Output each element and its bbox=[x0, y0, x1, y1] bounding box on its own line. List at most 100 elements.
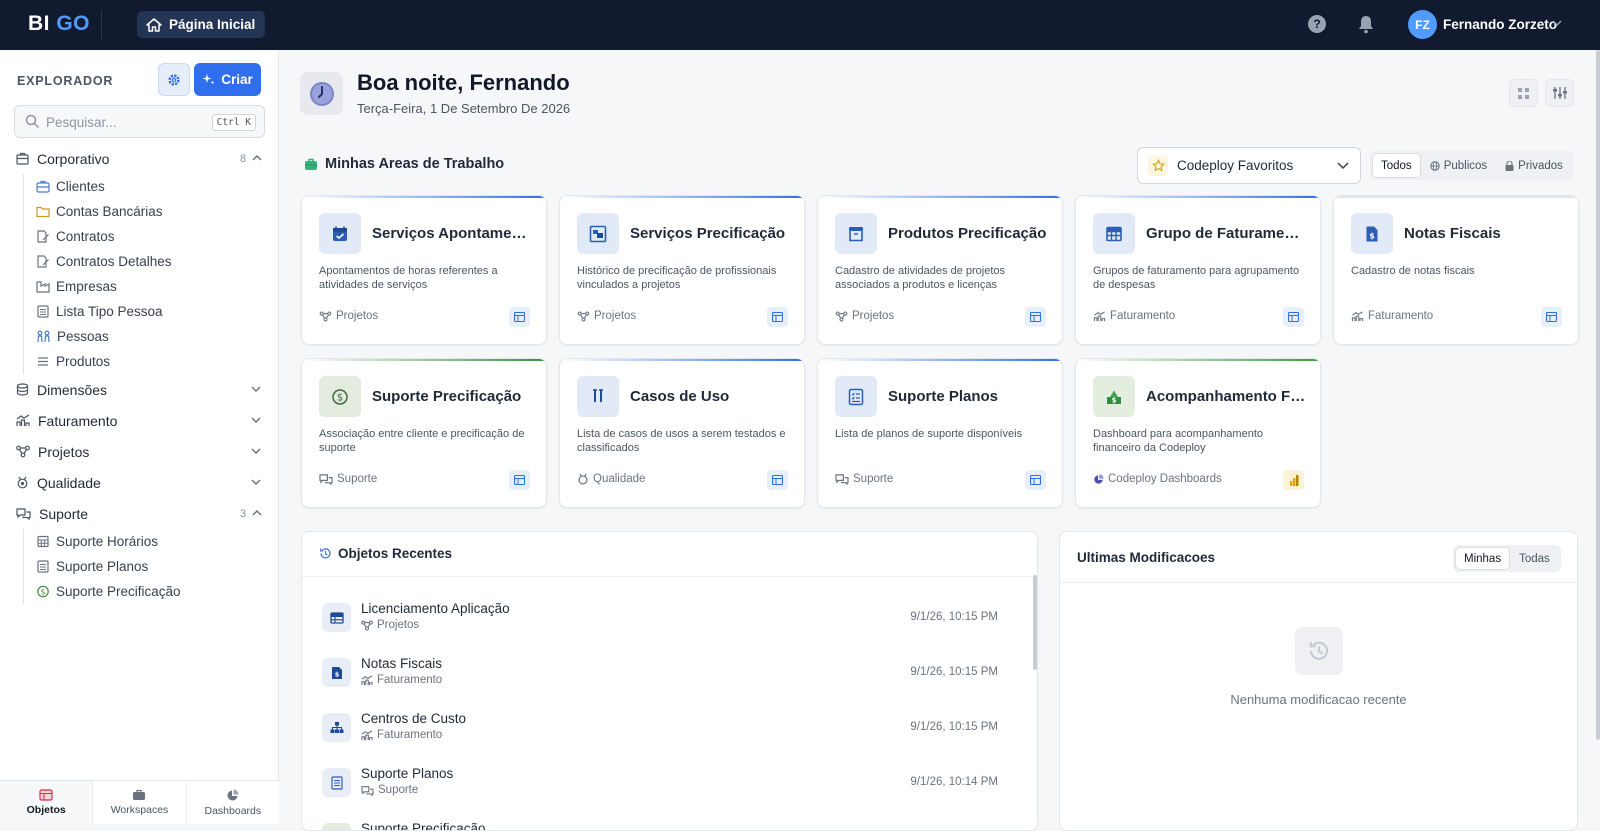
table-icon[interactable] bbox=[767, 307, 788, 327]
table-icon[interactable] bbox=[767, 470, 788, 490]
workspace-card[interactable]: Serviços Apontamen... Apontamentos de ho… bbox=[301, 195, 547, 345]
home-button-label: Página Inicial bbox=[169, 17, 256, 32]
workspace-card[interactable]: Casos de Uso Lista de casos de usos a se… bbox=[559, 358, 805, 508]
nav-workspaces[interactable]: Workspaces bbox=[93, 781, 187, 824]
customize-button[interactable] bbox=[1545, 79, 1574, 107]
user-name[interactable]: Fernando Zorzeto bbox=[1443, 17, 1557, 32]
tree-item-suporte-horarios[interactable]: Suporte Horários bbox=[24, 529, 279, 554]
brand-logo[interactable]: BI GO bbox=[28, 12, 90, 36]
page-scrollbar[interactable] bbox=[1596, 50, 1600, 740]
recent-item-name: Licenciamento Aplicação bbox=[361, 601, 510, 616]
workspace-card[interactable]: Suporte Planos Lista de planos de suport… bbox=[817, 358, 1063, 508]
list-item[interactable]: $ Notas Fiscais Faturamento 9/1/26, 10:1… bbox=[302, 644, 1018, 699]
tree-group-faturamento[interactable]: Faturamento bbox=[0, 405, 279, 436]
explorer-tree: Corporativo 8 Clientes Contas Bancárias … bbox=[0, 143, 279, 604]
tree-item-contas-bancarias[interactable]: Contas Bancárias bbox=[24, 199, 279, 224]
chevron-down-icon[interactable] bbox=[251, 417, 261, 424]
filter-todos[interactable]: Todos bbox=[1373, 154, 1420, 177]
filter-minhas[interactable]: Minhas bbox=[1456, 548, 1510, 569]
card-tag: Suporte bbox=[835, 473, 893, 485]
tree-item-suporte-precificacao[interactable]: $ Suporte Precificação bbox=[24, 579, 279, 604]
table-icon[interactable] bbox=[509, 470, 530, 490]
tree-item-label: Contratos Detalhes bbox=[56, 254, 172, 269]
tree-item-contratos-detalhes[interactable]: Contratos Detalhes bbox=[24, 249, 279, 274]
table-icon[interactable] bbox=[1025, 307, 1046, 327]
chevron-down-icon[interactable] bbox=[1552, 20, 1562, 27]
tree-group-suporte[interactable]: Suporte 3 bbox=[0, 498, 279, 529]
workspace-card[interactable]: Grupo de Faturamento Grupos de faturamen… bbox=[1075, 195, 1321, 345]
tree-item-clientes[interactable]: Clientes bbox=[24, 174, 279, 199]
table-icon[interactable] bbox=[509, 307, 530, 327]
modifications-filter: Minhas Todas bbox=[1453, 545, 1561, 572]
table-icon[interactable] bbox=[1025, 470, 1046, 490]
tree-item-pessoas[interactable]: Pessoas bbox=[24, 324, 279, 349]
tree-group-dimensoes[interactable]: Dimensões bbox=[0, 374, 279, 405]
top-divider bbox=[101, 10, 102, 39]
card-accent bbox=[818, 359, 1062, 361]
settings-button[interactable] bbox=[158, 63, 190, 96]
search-input[interactable]: Pesquisar... Ctrl K bbox=[14, 105, 265, 138]
chevron-down-icon[interactable] bbox=[251, 479, 261, 486]
tree-group-corporativo[interactable]: Corporativo 8 bbox=[0, 143, 279, 174]
tree-item-label: Suporte Precificação bbox=[56, 584, 181, 599]
invoice-icon: $ bbox=[322, 658, 351, 687]
list-item[interactable]: Licenciamento Aplicação Projetos 9/1/26,… bbox=[302, 589, 1018, 644]
card-title: Notas Fiscais bbox=[1404, 225, 1501, 242]
visibility-filter: Todos Publicos Privados bbox=[1370, 151, 1574, 180]
bar-chart-icon[interactable] bbox=[1283, 470, 1304, 490]
chevron-up-icon[interactable] bbox=[252, 154, 262, 161]
tree-item-suporte-planos[interactable]: Suporte Planos bbox=[24, 554, 279, 579]
workspace-card[interactable]: $ Acompanhamento Fi... Dashboard para ac… bbox=[1075, 358, 1321, 508]
briefcase-icon bbox=[133, 789, 146, 800]
home-button[interactable]: Página Inicial bbox=[137, 11, 266, 38]
tree-group-qualidade[interactable]: Qualidade bbox=[0, 467, 279, 498]
chevron-up-icon[interactable] bbox=[252, 509, 262, 516]
recent-item-category: Faturamento bbox=[361, 674, 442, 686]
card-accent bbox=[560, 359, 804, 361]
svg-text:$: $ bbox=[1369, 231, 1375, 240]
card-tag: Projetos bbox=[577, 310, 636, 322]
chevron-down-icon[interactable] bbox=[251, 386, 261, 393]
nav-dashboards[interactable]: Dashboards bbox=[187, 781, 279, 824]
recent-item-category-label: Faturamento bbox=[377, 674, 443, 686]
brand-go: GO bbox=[56, 12, 91, 35]
workspace-card[interactable]: $ Notas Fiscais Cadastro de notas fiscai… bbox=[1333, 195, 1579, 345]
tree-item-empresas[interactable]: Empresas bbox=[24, 274, 279, 299]
filter-publicos[interactable]: Publicos bbox=[1422, 154, 1495, 177]
avatar[interactable]: FZ bbox=[1408, 10, 1437, 39]
list-item[interactable]: Suporte Precificação bbox=[302, 809, 1018, 830]
tree-group-label: Projetos bbox=[38, 443, 90, 460]
filter-privados[interactable]: Privados bbox=[1497, 154, 1571, 177]
table-icon[interactable] bbox=[1541, 307, 1562, 327]
layers-icon bbox=[16, 383, 29, 396]
tree-item-lista-tipo-pessoa[interactable]: Lista Tipo Pessoa bbox=[24, 299, 279, 324]
grid-layout-button[interactable] bbox=[1509, 79, 1538, 107]
recent-item-time: 9/1/26, 10:15 PM bbox=[910, 721, 998, 733]
bell-icon[interactable] bbox=[1357, 14, 1375, 34]
card-title: Suporte Precificação bbox=[372, 388, 522, 405]
list-item[interactable]: Suporte Planos Suporte 9/1/26, 10:14 PM bbox=[302, 754, 1018, 809]
tree-group-projetos[interactable]: Projetos bbox=[0, 436, 279, 467]
table-icon bbox=[39, 789, 53, 801]
nav-objetos[interactable]: Objetos bbox=[0, 781, 94, 824]
chevron-down-icon[interactable] bbox=[251, 448, 261, 455]
network-icon bbox=[319, 310, 332, 322]
recent-objects-title: Objetos Recentes bbox=[338, 546, 453, 561]
workspace-card[interactable]: Serviços Precificação Histórico de preci… bbox=[559, 195, 805, 345]
create-button[interactable]: Criar bbox=[194, 63, 261, 96]
star-icon bbox=[1148, 155, 1168, 176]
help-icon[interactable]: ? bbox=[1308, 15, 1326, 33]
table-icon[interactable] bbox=[1283, 307, 1304, 327]
workspace-card[interactable]: Produtos Precificação Cadastro de ativid… bbox=[817, 195, 1063, 345]
favorites-select[interactable]: Codeploy Favoritos bbox=[1137, 147, 1361, 184]
filter-label: Publicos bbox=[1443, 159, 1488, 172]
recent-scrollbar[interactable] bbox=[1033, 575, 1037, 670]
filter-todas[interactable]: Todas bbox=[1511, 548, 1558, 569]
tree-item-produtos[interactable]: Produtos bbox=[24, 349, 279, 374]
workspace-card[interactable]: $ Suporte Precificação Associação entre … bbox=[301, 358, 547, 508]
list-item[interactable]: Centros de Custo Faturamento 9/1/26, 10:… bbox=[302, 699, 1018, 754]
card-accent bbox=[302, 359, 546, 361]
tree-item-contratos[interactable]: Contratos bbox=[24, 224, 279, 249]
card-title: Acompanhamento Fi... bbox=[1146, 388, 1306, 405]
document-sign-icon bbox=[37, 230, 49, 243]
